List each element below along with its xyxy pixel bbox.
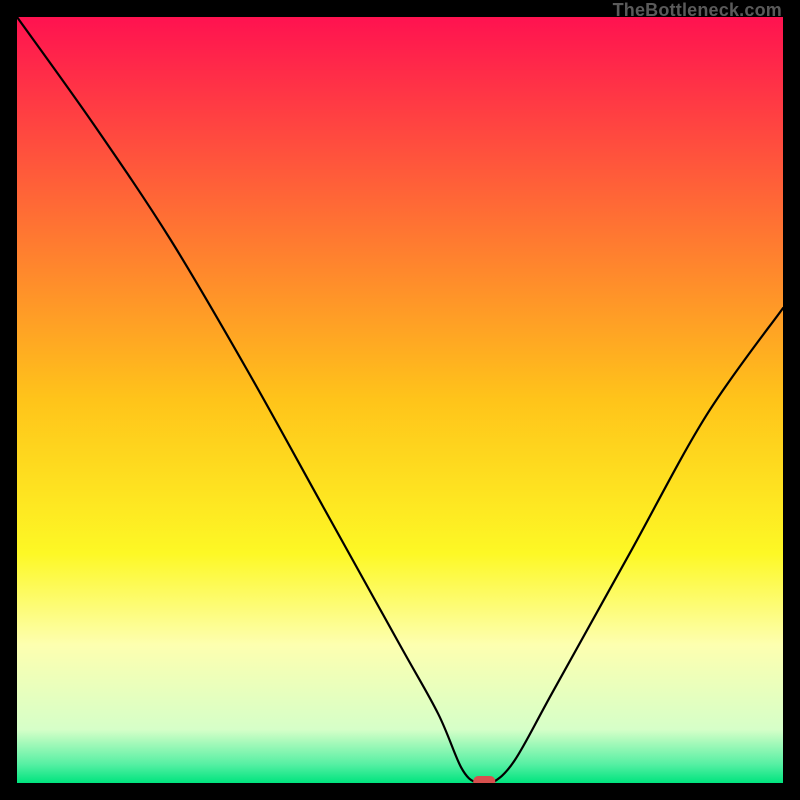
bottleneck-curve xyxy=(17,17,783,783)
chart-container: TheBottleneck.com xyxy=(0,0,800,800)
plot-area xyxy=(17,17,783,783)
watermark-text: TheBottleneck.com xyxy=(613,0,782,21)
optimal-marker xyxy=(473,776,495,783)
curve-layer xyxy=(17,17,783,783)
